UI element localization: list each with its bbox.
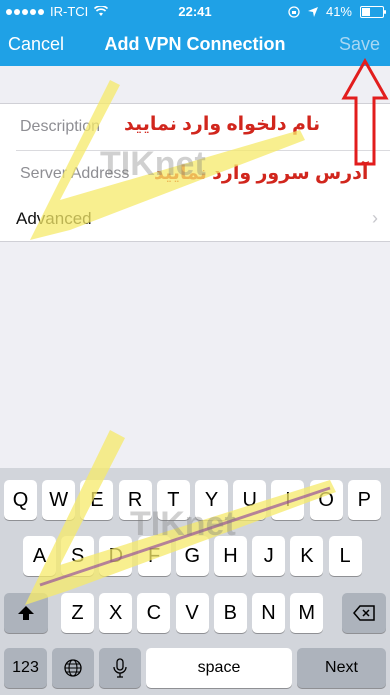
key-o[interactable]: O	[309, 480, 343, 520]
shift-icon	[18, 606, 34, 620]
space-key[interactable]: space	[146, 648, 292, 688]
description-placeholder: Description	[20, 118, 101, 135]
status-right: 41%	[288, 4, 386, 19]
key-e[interactable]: E	[80, 480, 114, 520]
battery-percent: 41%	[325, 4, 352, 19]
key-t[interactable]: T	[156, 480, 190, 520]
red-arrow-annotation	[341, 58, 389, 166]
description-field[interactable]: Description نام دلخواه وارد نمایید	[16, 104, 390, 151]
backspace-key[interactable]	[342, 593, 386, 633]
rotation-lock-icon	[288, 5, 300, 18]
keyboard: 123 space Next QWERTYUIOP ASDFGHJKL ZXCVBN…	[0, 468, 390, 695]
description-hint: نام دلخواه وارد نمایید	[124, 114, 321, 135]
key-g[interactable]: G	[175, 536, 209, 576]
key-y[interactable]: Y	[195, 480, 228, 520]
battery-icon	[360, 5, 386, 18]
key-h[interactable]: H	[214, 536, 247, 576]
key-d[interactable]: D	[99, 536, 133, 576]
key-n[interactable]: N	[252, 593, 285, 633]
key-u[interactable]: U	[233, 480, 267, 520]
key-m[interactable]: M	[290, 593, 324, 633]
key-x[interactable]: X	[99, 593, 133, 633]
key-p[interactable]: P	[347, 480, 381, 520]
key-f[interactable]: F	[137, 536, 171, 576]
globe-key[interactable]	[52, 648, 94, 688]
vpn-fields-group: Description نام دلخواه وارد نمایید Serve…	[0, 103, 390, 198]
save-button[interactable]: Save	[339, 34, 380, 55]
key-k[interactable]: K	[290, 536, 324, 576]
numbers-key[interactable]: 123	[4, 648, 47, 688]
server-address-hint: آدرس سرور وارد نمایید	[154, 163, 369, 184]
nav-bar: Cancel Add VPN Connection Save	[0, 22, 390, 66]
key-r[interactable]: R	[118, 480, 152, 520]
page-title: Add VPN Connection	[104, 34, 286, 54]
globe-icon	[64, 659, 82, 677]
key-v[interactable]: V	[175, 593, 209, 633]
key-q[interactable]: Q	[4, 480, 37, 520]
backspace-icon	[353, 605, 375, 621]
key-i[interactable]: I	[271, 480, 305, 520]
dictation-key[interactable]	[99, 648, 141, 688]
advanced-label: Advanced	[16, 209, 92, 228]
advanced-row[interactable]: Advanced ›	[0, 195, 390, 242]
microphone-icon	[113, 658, 127, 678]
shift-key[interactable]	[4, 593, 48, 633]
chevron-right-icon: ›	[372, 208, 378, 228]
location-icon	[307, 6, 318, 17]
top-bar: IR-TCI 22:41 41% Cancel Add VPN Connecti…	[0, 0, 390, 66]
key-a[interactable]: A	[23, 536, 56, 576]
next-key[interactable]: Next	[297, 648, 386, 688]
server-address-field[interactable]: Server Address آدرس سرور وارد نمایید	[16, 151, 390, 197]
key-l[interactable]: L	[328, 536, 362, 576]
key-j[interactable]: J	[252, 536, 286, 576]
key-c[interactable]: C	[137, 593, 171, 633]
status-bar: IR-TCI 22:41 41%	[0, 0, 390, 22]
key-w[interactable]: W	[42, 480, 76, 520]
key-s[interactable]: S	[61, 536, 95, 576]
server-address-placeholder: Server Address	[20, 165, 130, 182]
key-b[interactable]: B	[213, 593, 247, 633]
key-z[interactable]: Z	[61, 593, 94, 633]
